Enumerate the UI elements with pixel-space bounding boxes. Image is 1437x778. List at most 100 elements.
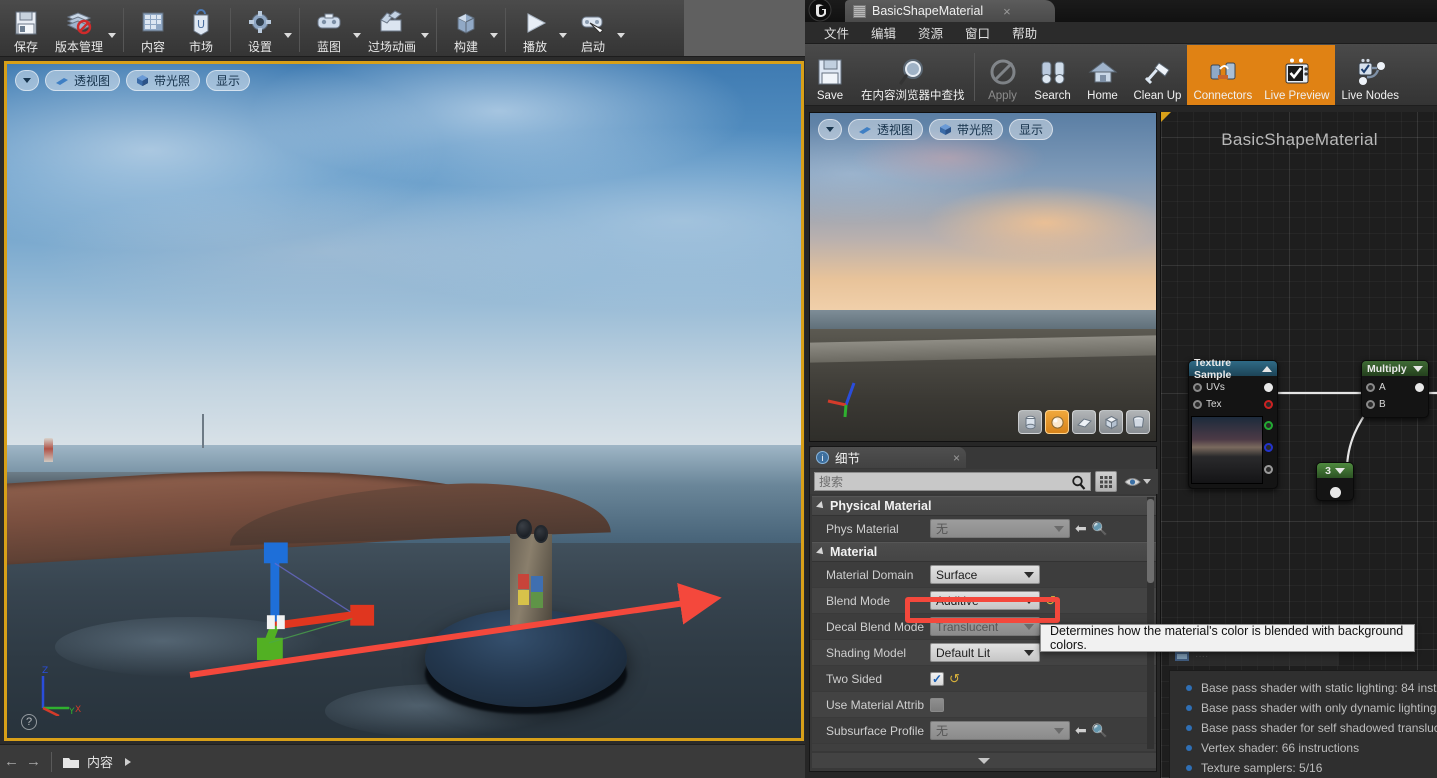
property-list-scrollbar[interactable]: [1147, 497, 1154, 749]
toolbar-button-play[interactable]: 播放: [511, 2, 559, 56]
close-icon[interactable]: ×: [1003, 4, 1011, 19]
preview-shape-custom-mesh[interactable]: [1126, 410, 1150, 434]
material-editor-tab[interactable]: BasicShapeMaterial ×: [845, 0, 1055, 22]
material-preview-viewport[interactable]: 透视图 带光照 显示: [809, 112, 1157, 442]
arrow-left-icon[interactable]: ←: [4, 753, 19, 770]
menu-item-file[interactable]: 文件: [813, 20, 860, 45]
phys-material-combo[interactable]: 无: [930, 519, 1070, 538]
menu-item-asset[interactable]: 资源: [907, 20, 954, 45]
viewport-show-menu[interactable]: 显示: [206, 70, 251, 91]
preview-shape-cylinder[interactable]: [1018, 410, 1042, 434]
mat-toolbar-button-home[interactable]: Home: [1078, 45, 1128, 105]
toolbar-button-content[interactable]: 内容: [129, 2, 177, 56]
output-pin-rgb[interactable]: [1264, 383, 1273, 392]
arrow-right-icon[interactable]: →: [26, 753, 41, 770]
output-pin-constant[interactable]: [1329, 487, 1341, 498]
close-icon[interactable]: ×: [953, 451, 960, 465]
transform-gizmo[interactable]: [255, 539, 382, 661]
input-pin-uvs[interactable]: [1193, 383, 1202, 392]
toolbar-caret-launch[interactable]: [617, 33, 626, 38]
toolbar-button-settings[interactable]: 设置: [236, 2, 284, 56]
output-pin-r[interactable]: [1264, 400, 1273, 409]
level-viewport[interactable]: 透视图 带光照 显示 Z Y X ?: [4, 61, 804, 741]
magnifier-icon[interactable]: 🔍: [1092, 521, 1108, 537]
triangle-right-icon[interactable]: [125, 757, 132, 766]
details-panel-tab[interactable]: i 细节 ×: [810, 447, 966, 468]
viewport-color-swatch-blue: [531, 576, 543, 592]
category-header-physical-material[interactable]: Physical Material: [812, 496, 1156, 516]
graph-node-constant[interactable]: 3: [1316, 462, 1354, 501]
preview-shape-cube[interactable]: [1099, 410, 1123, 434]
viewport-perspective-menu[interactable]: 透视图: [45, 70, 121, 91]
menu-item-edit[interactable]: 编辑: [860, 20, 907, 45]
node-header[interactable]: 3: [1317, 463, 1353, 478]
reset-icon[interactable]: ↺: [949, 672, 960, 685]
preview-show-menu[interactable]: 显示: [1009, 119, 1054, 140]
preview-perspective-menu[interactable]: 透视图: [848, 119, 924, 140]
mat-toolbar-button-live-nodes[interactable]: Live Nodes: [1335, 45, 1405, 105]
mat-toolbar-button-find-in-content-browser[interactable]: 在内容浏览器中查找: [855, 45, 971, 105]
toolbar-button-save[interactable]: 保存: [2, 2, 50, 56]
node-header[interactable]: Multiply: [1362, 361, 1428, 376]
output-pin-b[interactable]: [1264, 442, 1273, 452]
toolbar-caret-blueprint[interactable]: [353, 33, 362, 38]
subsurface-profile-combo[interactable]: 无: [930, 721, 1070, 740]
blend-mode-combo[interactable]: Additive: [930, 591, 1040, 610]
viewport-options-menu[interactable]: [15, 70, 39, 91]
toolbar-caret-play[interactable]: [559, 33, 568, 38]
input-pin-tex[interactable]: [1193, 400, 1202, 409]
triangle-up-icon[interactable]: [1262, 365, 1272, 372]
preview-shape-plane[interactable]: [1072, 410, 1096, 434]
category-header-material[interactable]: Material: [812, 542, 1156, 562]
preview-viewmode-menu[interactable]: 带光照: [929, 119, 1004, 140]
toolbar-caret-cinematics[interactable]: [421, 33, 430, 38]
toolbar-button-launch[interactable]: 启动: [569, 2, 617, 56]
toolbar-caret-build[interactable]: [490, 33, 499, 38]
triangle-down-icon[interactable]: [1334, 467, 1345, 474]
two-sided-checkbox[interactable]: ✓: [930, 671, 944, 686]
search-input[interactable]: 搜索: [814, 472, 1091, 491]
preview-shape-sphere[interactable]: [1045, 410, 1069, 434]
toolbar-button-cinematics[interactable]: 过场动画: [363, 2, 421, 56]
expand-more-button[interactable]: [812, 753, 1156, 768]
preview-options-menu[interactable]: [818, 119, 842, 140]
reset-icon[interactable]: ↺: [1045, 594, 1056, 607]
stat-line: Base pass shader with only dynamic light…: [1176, 698, 1437, 718]
triangle-down-icon[interactable]: [1413, 365, 1423, 372]
use-material-attributes-checkbox[interactable]: [930, 697, 944, 712]
output-pin-g[interactable]: [1264, 421, 1273, 431]
toolbar-button-build[interactable]: 构建: [442, 2, 490, 56]
toolbar-caret-settings[interactable]: [284, 33, 293, 38]
viewport-help-badge[interactable]: ?: [21, 714, 37, 730]
decal-blend-mode-combo[interactable]: Translucent: [930, 617, 1040, 636]
mat-toolbar-button-connectors[interactable]: Connectors: [1187, 45, 1259, 105]
eye-icon[interactable]: [1121, 476, 1154, 488]
material-graph[interactable]: BasicShapeMaterial Texture Sample UVs Te…: [1160, 112, 1437, 778]
mat-toolbar-button-live-preview[interactable]: Live Preview: [1258, 45, 1336, 105]
output-pin-result[interactable]: [1415, 383, 1424, 392]
node-header[interactable]: Texture Sample: [1189, 357, 1277, 381]
material-domain-combo[interactable]: Surface: [930, 565, 1040, 584]
menu-item-help[interactable]: 帮助: [1001, 20, 1048, 45]
mat-toolbar-button-clean-up[interactable]: Clean Up: [1128, 45, 1188, 105]
graph-node-texture-sample[interactable]: Texture Sample UVs Tex: [1188, 357, 1278, 489]
toolbar-button-source-control[interactable]: 版本管理: [50, 2, 108, 56]
viewport-color-swatch-red: [517, 573, 530, 590]
toolbar-button-blueprint[interactable]: 蓝图: [305, 2, 353, 56]
arrow-left-icon[interactable]: ⬅: [1075, 520, 1087, 537]
input-pin-a[interactable]: [1366, 383, 1375, 392]
arrow-left-icon[interactable]: ⬅: [1075, 722, 1087, 739]
mat-toolbar-button-save[interactable]: Save: [805, 45, 855, 105]
output-pin-a[interactable]: [1264, 464, 1273, 474]
shading-model-combo[interactable]: Default Lit: [930, 643, 1040, 662]
toolbar-caret-source-control[interactable]: [108, 33, 117, 38]
scrollbar-thumb[interactable]: [1147, 499, 1154, 583]
viewport-viewmode-menu[interactable]: 带光照: [126, 70, 201, 91]
graph-node-multiply[interactable]: Multiply A B: [1361, 360, 1429, 418]
magnifier-icon[interactable]: 🔍: [1092, 723, 1108, 739]
grid-icon[interactable]: [1095, 471, 1117, 492]
input-pin-b[interactable]: [1366, 400, 1375, 409]
menu-item-window[interactable]: 窗口: [954, 20, 1001, 45]
mat-toolbar-button-search[interactable]: Search: [1028, 45, 1078, 105]
toolbar-button-marketplace[interactable]: U 市场: [177, 2, 225, 56]
